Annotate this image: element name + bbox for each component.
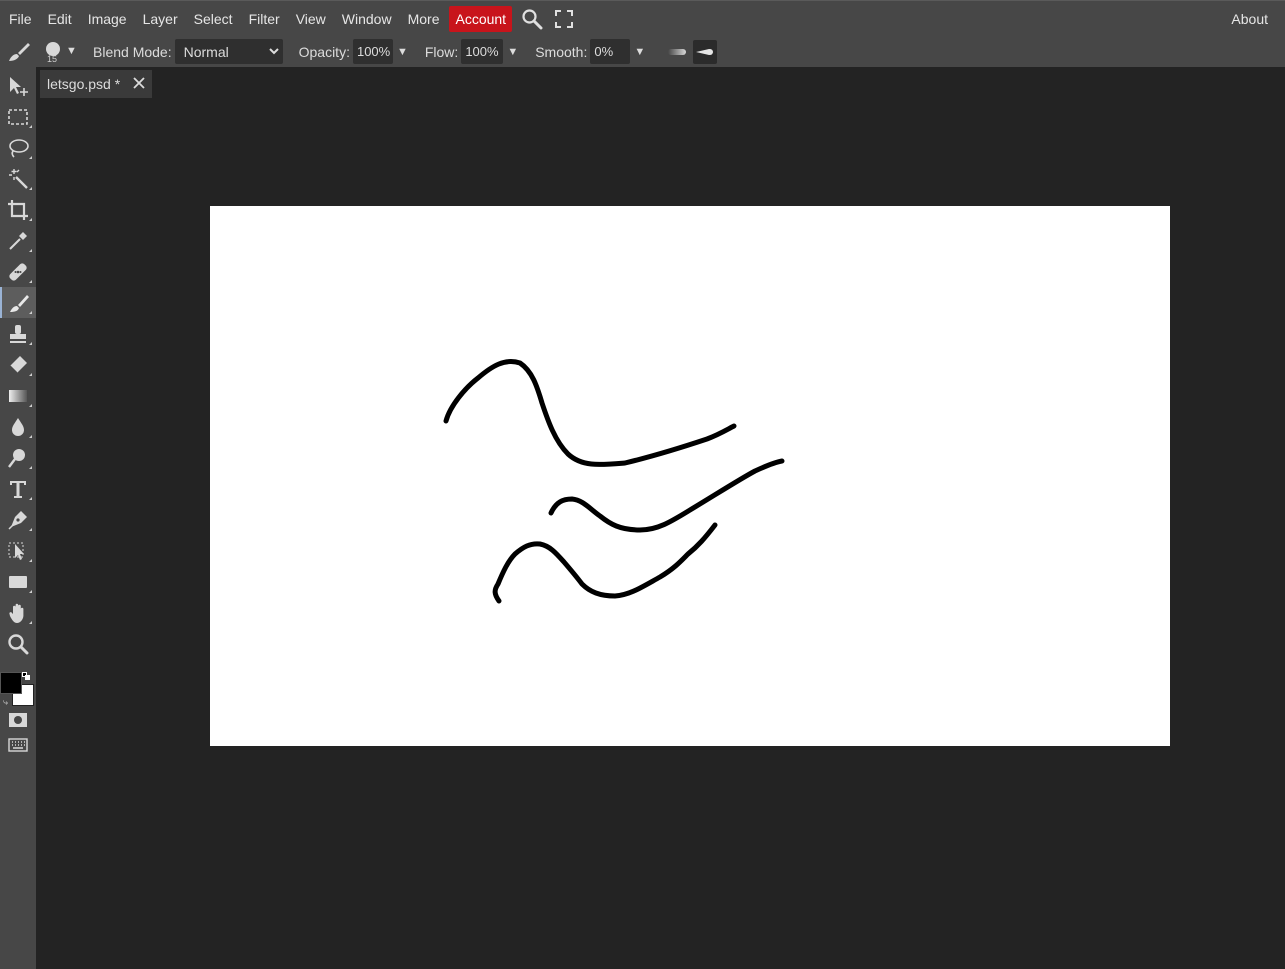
tool-brush[interactable] bbox=[0, 287, 36, 318]
tool-healing[interactable] bbox=[0, 256, 36, 287]
menu-about[interactable]: About bbox=[1223, 6, 1276, 32]
flow-input[interactable]: 100% bbox=[461, 39, 504, 64]
account-button[interactable]: Account bbox=[449, 5, 513, 32]
opacity-label: Opacity: bbox=[298, 43, 350, 60]
keyboard-shortcuts-button[interactable] bbox=[0, 732, 36, 758]
tool-marquee[interactable] bbox=[0, 101, 36, 132]
menu-more[interactable]: More bbox=[400, 6, 448, 32]
pressure-taper-icon bbox=[696, 48, 714, 55]
smooth-dropdown-arrow-icon[interactable]: ▼ bbox=[634, 46, 645, 58]
healing-tool-icon bbox=[9, 262, 27, 281]
magic-wand-tool-icon bbox=[9, 168, 28, 189]
document-tab[interactable]: letsgo.psd * bbox=[40, 70, 152, 98]
menu-view[interactable]: View bbox=[288, 6, 334, 32]
eraser-tool-icon bbox=[9, 355, 27, 374]
tool-blur[interactable] bbox=[0, 411, 36, 442]
tool-dodge[interactable] bbox=[0, 442, 36, 473]
marquee-tool-icon bbox=[8, 108, 28, 125]
dodge-tool-icon bbox=[8, 448, 25, 468]
tool-options-bar: 15 ▼ Blend Mode: Normal Opacity: 100% ▼ … bbox=[0, 36, 1285, 67]
path-select-tool-icon bbox=[8, 542, 24, 560]
gradient-tool-icon bbox=[9, 389, 27, 402]
fullscreen-icon bbox=[555, 9, 574, 28]
brush-stroke-2 bbox=[548, 458, 785, 533]
tool-zoom[interactable] bbox=[0, 628, 36, 659]
clone-stamp-tool-icon bbox=[10, 324, 26, 343]
brush-preset-button[interactable] bbox=[0, 36, 38, 67]
tool-lasso[interactable] bbox=[0, 132, 36, 163]
brush-mode-soft-button[interactable] bbox=[665, 40, 689, 64]
brush-dropdown-arrow-icon: ▼ bbox=[66, 45, 77, 57]
menu-edit[interactable]: Edit bbox=[40, 6, 80, 32]
quick-mask-button[interactable] bbox=[0, 705, 36, 735]
fullscreen-button[interactable] bbox=[548, 6, 580, 32]
zoom-tool-icon bbox=[8, 633, 29, 654]
document-tab-title: letsgo.psd * bbox=[47, 76, 121, 92]
close-icon bbox=[133, 77, 145, 89]
crop-tool-icon bbox=[8, 199, 28, 220]
tools-panel: ⤷ bbox=[0, 67, 36, 969]
opacity-dropdown-arrow-icon[interactable]: ▼ bbox=[397, 46, 408, 58]
eyedropper-tool-icon bbox=[9, 231, 27, 250]
tool-magic-wand[interactable] bbox=[0, 163, 36, 194]
tool-eraser[interactable] bbox=[0, 349, 36, 380]
soft-taper-icon bbox=[668, 48, 687, 55]
move-tool-icon bbox=[10, 76, 28, 96]
tool-pen[interactable] bbox=[0, 504, 36, 535]
tool-path-select[interactable] bbox=[0, 535, 36, 566]
menu-window[interactable]: Window bbox=[334, 6, 400, 32]
brush-mode-pressure-button[interactable] bbox=[693, 39, 718, 64]
brush-tool-icon bbox=[10, 294, 29, 312]
menu-layer[interactable]: Layer bbox=[135, 6, 186, 32]
document-tab-bar: letsgo.psd * bbox=[36, 67, 1285, 100]
brush-size-value: 15 bbox=[47, 54, 58, 64]
menu-file[interactable]: File bbox=[1, 6, 40, 32]
tool-clone-stamp[interactable] bbox=[0, 318, 36, 349]
tool-move[interactable] bbox=[0, 70, 36, 101]
tool-type[interactable] bbox=[0, 473, 36, 504]
foreground-color-swatch[interactable] bbox=[0, 672, 22, 694]
tool-crop[interactable] bbox=[0, 194, 36, 225]
color-swatches: ⤷ bbox=[0, 670, 36, 710]
brush-stroke-1 bbox=[443, 359, 737, 467]
tool-hand[interactable] bbox=[0, 597, 36, 628]
menu-image[interactable]: Image bbox=[80, 6, 135, 32]
close-tab-button[interactable] bbox=[132, 76, 146, 93]
brush-strokes bbox=[443, 359, 785, 604]
blur-tool-icon bbox=[12, 417, 24, 436]
quick-mask-icon bbox=[9, 713, 27, 727]
hand-tool-icon bbox=[9, 603, 24, 623]
type-tool-icon bbox=[10, 480, 26, 498]
smooth-input[interactable]: 0% bbox=[590, 39, 631, 64]
opacity-input[interactable]: 100% bbox=[352, 39, 393, 64]
lasso-tool-icon bbox=[9, 138, 29, 158]
swap-colors-icon[interactable] bbox=[22, 672, 30, 680]
search-icon bbox=[522, 8, 543, 29]
blend-mode-select[interactable]: Normal bbox=[174, 39, 283, 64]
rectangle-tool-icon bbox=[9, 575, 27, 588]
tool-eyedropper[interactable] bbox=[0, 225, 36, 256]
search-button[interactable] bbox=[516, 6, 548, 32]
brush-size-picker[interactable]: 15 ▼ bbox=[38, 36, 77, 67]
menu-filter[interactable]: Filter bbox=[241, 6, 288, 32]
keyboard-icon bbox=[8, 738, 28, 752]
blend-mode-label: Blend Mode: bbox=[93, 43, 172, 60]
brush-stroke-3 bbox=[492, 522, 718, 604]
menu-select[interactable]: Select bbox=[186, 6, 241, 32]
tool-rectangle[interactable] bbox=[0, 566, 36, 597]
document-canvas[interactable] bbox=[210, 206, 1170, 746]
flow-label: Flow: bbox=[424, 43, 459, 60]
menu-bar: File Edit Image Layer Select Filter View… bbox=[0, 0, 1285, 36]
smooth-label: Smooth: bbox=[535, 43, 588, 60]
flow-dropdown-arrow-icon[interactable]: ▼ bbox=[507, 46, 518, 58]
canvas-workspace[interactable] bbox=[36, 100, 1285, 969]
tool-gradient[interactable] bbox=[0, 380, 36, 411]
brush-tool-icon bbox=[9, 42, 30, 61]
pen-tool-icon bbox=[8, 510, 27, 530]
